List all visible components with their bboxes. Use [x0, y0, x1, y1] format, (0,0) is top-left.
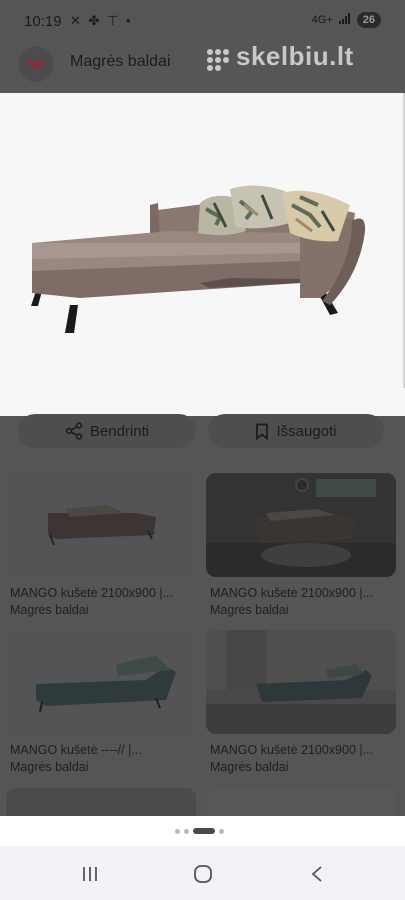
system-nav-bar [0, 846, 405, 900]
messenger-icon: ✕ [70, 13, 83, 28]
brand-heart-icon [26, 58, 46, 71]
recent-apps-icon [83, 867, 97, 881]
site-logo-dots-icon [207, 49, 229, 71]
pager-dot [219, 828, 224, 834]
related-card-image [206, 630, 396, 734]
status-time: 10:19 [24, 13, 62, 30]
home-icon [194, 865, 212, 883]
related-card-partial[interactable] [206, 788, 396, 816]
related-card-image [206, 473, 396, 577]
back-button[interactable] [297, 862, 337, 886]
home-button[interactable] [183, 862, 223, 886]
related-card-image [6, 473, 196, 577]
page-indicator [0, 816, 405, 846]
related-card[interactable]: MANGO kušetė ----// |... Magrės baldai [6, 630, 196, 774]
related-card-title: MANGO kušetė 2100x900 |... [210, 743, 374, 757]
pager-dot-active [193, 828, 215, 834]
antenna-icon: ⊤ [107, 13, 121, 28]
notification-icons: ✕ ✤ ⊤ • [70, 13, 133, 29]
pager-dot [175, 828, 180, 834]
related-card-title: MANGO kušetė 2100x900 |... [10, 586, 174, 600]
related-card-seller: Magrės baldai [210, 603, 289, 617]
related-card-seller: Magrės baldai [10, 603, 89, 617]
brand-logo[interactable] [18, 46, 54, 82]
bookmark-icon [256, 423, 269, 440]
pager-dots [175, 828, 224, 834]
brand-name[interactable]: Magrės baldai [70, 53, 171, 71]
share-button[interactable]: Bendrinti [18, 414, 196, 448]
app-header: Magrės baldai skelbiu.lt [0, 33, 405, 93]
back-icon [311, 866, 322, 882]
related-card-seller: Magrės baldai [10, 760, 89, 774]
share-label: Bendrinti [89, 422, 150, 440]
dot-icon: • [126, 13, 133, 28]
fan-icon: ✤ [88, 13, 102, 28]
recent-apps-button[interactable] [70, 862, 110, 886]
sofa-image [31, 185, 366, 333]
related-card[interactable]: MANGO kušetė 2100x900 |... Magrės baldai [6, 473, 196, 617]
related-card-title: MANGO kušetė ----// |... [10, 743, 142, 757]
status-right: 4G+ 26 [312, 12, 381, 28]
pager-dot [184, 828, 189, 834]
action-bar: Bendrinti Išsaugoti [0, 414, 405, 456]
related-card-image [6, 788, 196, 816]
related-card-title: MANGO kušetė 2100x900 |... [210, 586, 374, 600]
related-card[interactable]: MANGO kušetė 2100x900 |... Magrės baldai [206, 630, 396, 774]
share-icon [65, 422, 83, 440]
related-card-seller: Magrės baldai [210, 760, 289, 774]
save-label: Išsaugoti [276, 422, 337, 440]
related-card-image [206, 788, 396, 816]
site-logo[interactable]: skelbiu.lt [236, 41, 354, 72]
related-card-partial[interactable] [6, 788, 196, 816]
hero-image[interactable] [0, 93, 405, 416]
signal-icon [338, 13, 351, 27]
battery-indicator: 26 [356, 12, 381, 28]
related-card-image [6, 630, 196, 734]
screen: 10:19 ✕ ✤ ⊤ • 4G+ 26 Magrės baldai skelb… [0, 0, 405, 900]
status-bar: 10:19 ✕ ✤ ⊤ • 4G+ 26 [0, 0, 405, 33]
related-card[interactable]: MANGO kušetė 2100x900 |... Magrės baldai [206, 473, 396, 617]
network-label: 4G+ [311, 14, 333, 26]
save-button[interactable]: Išsaugoti [208, 414, 384, 448]
